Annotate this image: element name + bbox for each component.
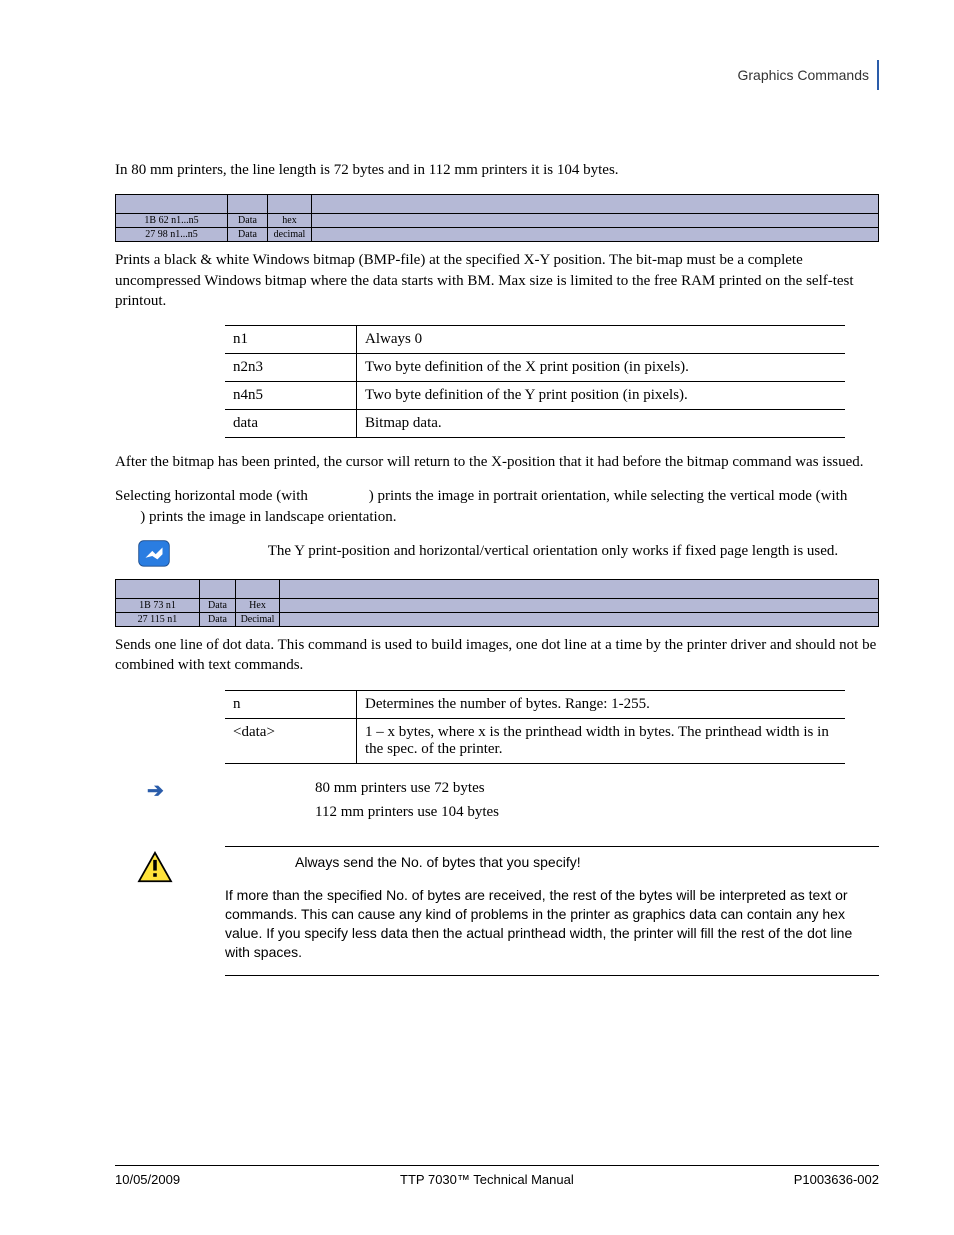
- footer-date: 10/05/2009: [115, 1172, 180, 1187]
- decimal-sequence: 27 115 n1: [116, 613, 200, 627]
- example-block: ➔ 80 mm printers use 72 bytes 112 mm pri…: [115, 778, 879, 823]
- note-icon: [137, 539, 171, 578]
- footer-title: TTP 7030™ Technical Manual: [400, 1172, 574, 1187]
- divider: [225, 846, 879, 847]
- parameter-table-1: n1Always 0 n2n3Two byte definition of th…: [225, 325, 845, 438]
- note-text: The Y print-position and horizontal/vert…: [268, 543, 838, 559]
- divider: [225, 975, 879, 976]
- parameter-table-2: nDetermines the number of bytes. Range: …: [225, 690, 845, 764]
- hex-sequence: 1B 62 n1...n5: [116, 214, 228, 228]
- note-block: Note • The Y print-position and horizont…: [115, 541, 879, 561]
- intro-paragraph: In 80 mm printers, the line length is 72…: [115, 160, 879, 180]
- command-table-send-dot-line: 1B 73 n1 Data Hex 27 115 n1 Data Decimal: [115, 579, 879, 627]
- caution-block: Always send the No. of bytes that you sp…: [115, 853, 879, 961]
- example-line-1: 80 mm printers use 72 bytes: [315, 778, 879, 798]
- decimal-sequence: 27 98 n1...n5: [116, 228, 228, 242]
- footer-doc-number: P1003636-002: [794, 1172, 879, 1187]
- example-arrow-icon: ➔: [147, 778, 164, 803]
- description-paragraph-2: Sends one line of dot data. This command…: [115, 635, 879, 676]
- caution-body: If more than the specified No. of bytes …: [225, 886, 879, 962]
- cmd-title: [312, 195, 879, 214]
- section-title: Graphics Commands: [738, 67, 870, 83]
- example-line-2: 112 mm printers use 104 bytes: [315, 802, 879, 822]
- cmd-label: [116, 195, 228, 214]
- cmd-title: [280, 580, 879, 599]
- caution-heading: Always send the No. of bytes that you sp…: [295, 854, 581, 870]
- page-header: Graphics Commands: [738, 60, 880, 90]
- caution-icon: [137, 851, 173, 888]
- cmd-label: [116, 580, 200, 599]
- page-footer: 10/05/2009 TTP 7030™ Technical Manual P1…: [115, 1165, 879, 1187]
- post-table-paragraph: After the bitmap has been printed, the c…: [115, 452, 879, 472]
- hex-sequence: 1B 73 n1: [116, 599, 200, 613]
- orientation-paragraph: Selecting horizontal mode (with ESC o H …: [115, 486, 879, 527]
- description-paragraph: Prints a black & white Windows bitmap (B…: [115, 250, 879, 311]
- command-table-print-bitmap: 1B 62 n1...n5 Data hex 27 98 n1...n5 Dat…: [115, 194, 879, 242]
